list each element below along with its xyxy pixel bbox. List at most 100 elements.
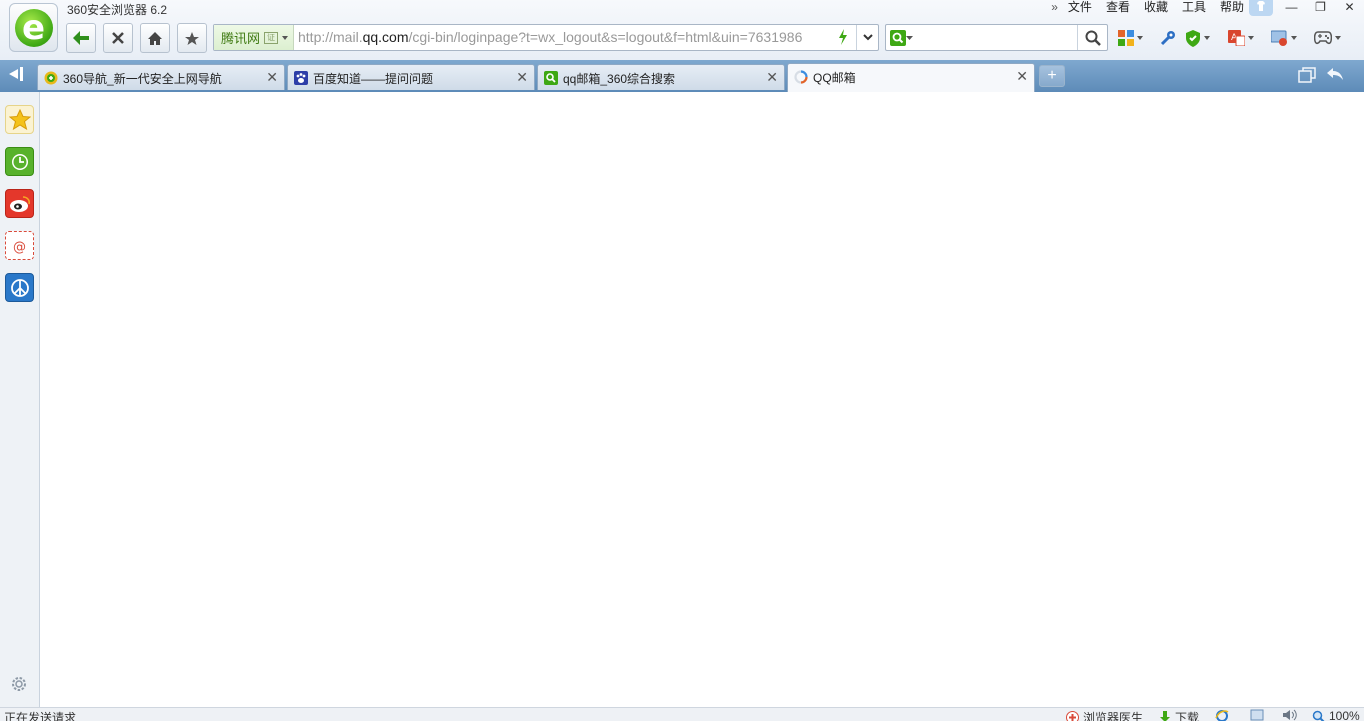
browser-doctor-label: 浏览器医生 <box>1083 711 1144 721</box>
site-identity[interactable]: 腾讯网 证 <box>214 25 294 50</box>
tab-title: 360导航_新一代安全上网导航 <box>63 72 222 86</box>
360-nav-favicon-icon <box>44 71 58 85</box>
tab-baidu-zhidao[interactable]: 百度知道——提问问题 ✕ <box>287 64 535 90</box>
ie-icon <box>1215 710 1229 721</box>
browser-toolbar: e 360安全浏览器 6.2 » 文件 查看 收藏 工具 帮助 — ❐ ✕ 腾讯… <box>0 0 1364 60</box>
search-box <box>885 24 1108 51</box>
baidu-paw-icon <box>294 71 308 85</box>
game-button[interactable] <box>1314 28 1341 48</box>
chevron-down-icon <box>862 34 873 41</box>
undo-close-tab-button[interactable] <box>1326 67 1344 86</box>
menu-tools[interactable]: 工具 <box>1182 0 1206 16</box>
site-identity-label: 腾讯网 <box>221 31 261 46</box>
wrench-icon <box>1160 31 1175 46</box>
apps-icon <box>1118 30 1134 46</box>
svg-text:@: @ <box>13 240 26 255</box>
gamepad-icon <box>1314 31 1332 45</box>
chevron-down-icon <box>906 35 913 40</box>
stop-icon <box>112 32 124 44</box>
tab-close-icon[interactable]: ✕ <box>516 69 528 86</box>
star-icon <box>8 109 31 130</box>
ie-mode-button[interactable] <box>1215 709 1229 721</box>
address-bar[interactable]: 腾讯网 证 http://mail.qq.com/cgi-bin/loginpa… <box>213 24 879 51</box>
window-icon <box>1250 709 1264 721</box>
tab-list-button[interactable] <box>1298 67 1316 88</box>
skin-icon[interactable] <box>1249 0 1273 16</box>
download-icon <box>1160 711 1170 721</box>
back-arrow-icon <box>73 31 89 45</box>
compat-mode-button[interactable] <box>1250 709 1264 721</box>
sidebar-toggle-icon <box>9 67 23 81</box>
sidebar-peace-button[interactable] <box>5 273 34 302</box>
zoom-control[interactable]: 100% <box>1312 709 1360 721</box>
tab-title: 百度知道——提问问题 <box>313 72 434 86</box>
screenshot-button[interactable] <box>1271 28 1297 48</box>
browser-doctor-button[interactable]: 浏览器医生 <box>1066 709 1143 721</box>
search-engine-selector[interactable] <box>890 29 918 47</box>
minimize-button[interactable]: — <box>1277 0 1306 16</box>
volume-button[interactable] <box>1282 709 1297 721</box>
tab-title: QQ邮箱 <box>813 71 856 85</box>
tab-close-icon[interactable]: ✕ <box>766 69 778 86</box>
url-text[interactable]: http://mail.qq.com/cgi-bin/loginpage?t=w… <box>298 29 833 45</box>
address-dropdown-button[interactable] <box>856 25 878 50</box>
peace-icon <box>10 278 29 297</box>
apps-button[interactable] <box>1118 28 1143 48</box>
sidebar-weibo-button[interactable] <box>5 189 34 218</box>
download-label: 下载 <box>1175 711 1200 721</box>
add-favorite-button[interactable] <box>177 23 207 53</box>
stop-button[interactable] <box>103 23 133 53</box>
search-icon <box>1085 30 1101 46</box>
shield-icon <box>1186 29 1200 47</box>
clock-icon <box>11 153 28 170</box>
speaker-icon <box>1283 709 1297 721</box>
speed-mode-icon[interactable] <box>838 29 848 48</box>
sidebar-favorites-button[interactable] <box>5 105 34 134</box>
sidebar: @ <box>0 92 40 707</box>
menu-overflow-icon[interactable]: » <box>1051 0 1058 16</box>
url-rest: /cgi-bin/loginpage?t=wx_logout&s=logout&… <box>408 29 803 45</box>
menu-help[interactable]: 帮助 <box>1220 0 1244 16</box>
sidebar-history-button[interactable] <box>5 147 34 176</box>
translate-icon: A <box>1228 30 1245 46</box>
window-controls: — ❐ ✕ <box>1249 0 1364 16</box>
sidebar-settings-button[interactable] <box>10 675 28 696</box>
sidebar-mail-button[interactable]: @ <box>5 231 34 260</box>
zoom-level: 100% <box>1329 709 1360 721</box>
tab-close-icon[interactable]: ✕ <box>266 69 278 86</box>
home-button[interactable] <box>140 23 170 53</box>
new-tab-button[interactable]: + <box>1039 65 1065 87</box>
search-button[interactable] <box>1077 25 1107 50</box>
status-text: 正在发送请求 <box>4 711 77 721</box>
app-title: 360安全浏览器 6.2 <box>67 3 168 17</box>
gear-icon <box>12 677 26 691</box>
tab-360-navigation[interactable]: 360导航_新一代安全上网导航 ✕ <box>37 64 285 90</box>
tab-qq-mail[interactable]: QQ邮箱 ✕ <box>787 63 1035 92</box>
page-content-area[interactable] <box>41 92 1364 707</box>
360-search-favicon-icon <box>544 71 558 85</box>
tab-title: qq邮箱_360综合搜索 <box>563 72 676 86</box>
restore-button[interactable]: ❐ <box>1306 0 1335 16</box>
download-button[interactable]: 下载 <box>1159 709 1199 721</box>
chevron-down-icon <box>282 35 289 40</box>
translate-button[interactable]: A <box>1228 28 1254 48</box>
security-button[interactable] <box>1185 28 1210 48</box>
tab-360-search[interactable]: qq邮箱_360综合搜索 ✕ <box>537 64 785 90</box>
search-engine-icon <box>890 30 906 46</box>
menu-file[interactable]: 文件 <box>1068 0 1092 16</box>
search-input[interactable] <box>920 28 1070 47</box>
sidebar-toggle-button[interactable] <box>6 67 24 84</box>
screenshot-icon <box>1271 30 1287 46</box>
loading-spinner-icon <box>794 70 808 84</box>
menu-favorites[interactable]: 收藏 <box>1144 0 1168 16</box>
star-icon <box>185 31 199 45</box>
menu-view[interactable]: 查看 <box>1106 0 1130 16</box>
medical-cross-icon <box>1066 711 1079 721</box>
home-icon <box>148 31 162 45</box>
close-button[interactable]: ✕ <box>1335 0 1364 16</box>
back-button[interactable] <box>66 23 96 53</box>
browser-logo-icon[interactable]: e <box>9 3 58 52</box>
tab-close-icon[interactable]: ✕ <box>1016 68 1028 85</box>
tab-bar: 360导航_新一代安全上网导航 ✕ 百度知道——提问问题 ✕ qq邮箱_360综… <box>0 60 1364 92</box>
tools-button[interactable] <box>1160 28 1176 48</box>
